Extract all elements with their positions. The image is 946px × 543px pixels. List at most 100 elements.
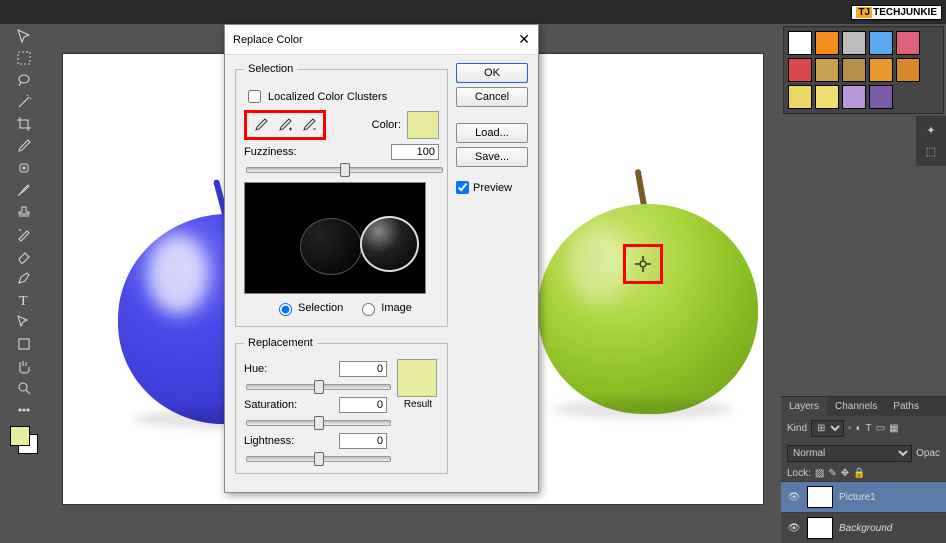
- radio-selection-label: Selection: [298, 302, 343, 314]
- crop-tool[interactable]: [13, 114, 35, 134]
- color-swatch-pair[interactable]: [10, 426, 38, 454]
- layer-row-background[interactable]: 👁 Background: [781, 512, 946, 543]
- swatch-2[interactable]: [842, 31, 866, 55]
- swatch-0[interactable]: [788, 31, 812, 55]
- fuzziness-slider[interactable]: [246, 167, 443, 173]
- top-bar: TJTECHJUNKIE: [0, 0, 946, 24]
- replacement-legend: Replacement: [244, 337, 317, 349]
- eraser-tool[interactable]: [13, 246, 35, 266]
- kind-label: Kind: [787, 423, 807, 434]
- preview-checkbox[interactable]: [456, 181, 469, 194]
- cube-icon[interactable]: ⬚: [926, 145, 936, 158]
- dialog-title: Replace Color: [233, 34, 303, 46]
- result-label: Result: [397, 399, 439, 410]
- shape-tool[interactable]: [13, 334, 35, 354]
- lasso-tool[interactable]: [13, 70, 35, 90]
- dialog-title-bar[interactable]: Replace Color ✕: [225, 25, 538, 55]
- eyedropper-sample-cursor: [623, 244, 663, 284]
- filter-shape-icon[interactable]: ▭: [876, 423, 885, 434]
- eyedropper-tools-highlight: [244, 110, 326, 140]
- replacement-group: Replacement Hue: Saturation: Lightness: …: [235, 337, 448, 474]
- lightness-slider[interactable]: [246, 456, 391, 462]
- panel-collapsed-icons: ✦ ⬚: [916, 116, 946, 166]
- fuzziness-input[interactable]: [391, 144, 439, 160]
- saturation-slider[interactable]: [246, 420, 391, 426]
- swatch-7[interactable]: [842, 58, 866, 82]
- foreground-color-swatch[interactable]: [10, 426, 30, 446]
- selection-preview[interactable]: [244, 182, 426, 294]
- filter-smart-icon[interactable]: ▦: [889, 423, 898, 434]
- lock-paint-icon[interactable]: ✎: [828, 468, 836, 479]
- swatch-4[interactable]: [896, 31, 920, 55]
- brand-badge: TJ: [856, 7, 872, 18]
- cancel-button[interactable]: Cancel: [456, 87, 528, 107]
- hue-input[interactable]: [339, 361, 387, 377]
- filter-pixel-icon[interactable]: ▫: [848, 423, 852, 434]
- swatch-6[interactable]: [815, 58, 839, 82]
- eyedropper-tool[interactable]: [13, 136, 35, 156]
- pen-tool[interactable]: [13, 268, 35, 288]
- ok-button[interactable]: OK: [456, 63, 528, 83]
- layer-thumb: [807, 486, 833, 508]
- hand-tool[interactable]: [13, 356, 35, 376]
- opacity-label: Opac: [916, 448, 940, 459]
- localized-checkbox[interactable]: [248, 90, 261, 103]
- marquee-tool[interactable]: [13, 48, 35, 68]
- brand-logo: TJTECHJUNKIE: [851, 5, 942, 20]
- visibility-icon[interactable]: 👁: [787, 523, 801, 534]
- ellipsis-tool[interactable]: [13, 400, 35, 420]
- visibility-icon[interactable]: 👁: [787, 492, 801, 503]
- saturation-input[interactable]: [339, 397, 387, 413]
- path-tool[interactable]: [13, 312, 35, 332]
- filter-type-icon[interactable]: T: [866, 423, 872, 434]
- apple-green-image: [523, 164, 773, 414]
- lock-pos-icon[interactable]: ✥: [841, 468, 849, 479]
- move-tool[interactable]: [13, 26, 35, 46]
- swatch-5[interactable]: [788, 58, 812, 82]
- zoom-tool[interactable]: [13, 378, 35, 398]
- swatch-12[interactable]: [842, 85, 866, 109]
- eyedropper-subtract-icon[interactable]: [301, 117, 317, 133]
- wand-tool[interactable]: [13, 92, 35, 112]
- save-button[interactable]: Save...: [456, 147, 528, 167]
- lock-trans-icon[interactable]: ▨: [815, 468, 824, 479]
- eyedropper-icon[interactable]: [253, 117, 269, 133]
- result-color-swatch[interactable]: [397, 359, 437, 397]
- brush-tool[interactable]: [13, 180, 35, 200]
- layer-thumb: [807, 517, 833, 539]
- type-tool[interactable]: T: [13, 290, 35, 310]
- lock-all-icon[interactable]: 🔒: [853, 468, 865, 479]
- blend-mode-select[interactable]: Normal: [787, 445, 912, 462]
- swatch-3[interactable]: [869, 31, 893, 55]
- selection-color-swatch[interactable]: [407, 111, 439, 139]
- swatch-1[interactable]: [815, 31, 839, 55]
- replace-color-dialog: Replace Color ✕ Selection Localized Colo…: [224, 24, 539, 493]
- tab-paths[interactable]: Paths: [885, 397, 927, 416]
- radio-image[interactable]: [362, 303, 375, 316]
- svg-text:T: T: [19, 294, 28, 308]
- swatch-10[interactable]: [788, 85, 812, 109]
- hue-slider[interactable]: [246, 384, 391, 390]
- stamp-tool[interactable]: [13, 202, 35, 222]
- swatch-8[interactable]: [869, 58, 893, 82]
- selection-legend: Selection: [244, 63, 297, 75]
- lock-label: Lock:: [787, 468, 811, 479]
- adjustments-icon[interactable]: ✦: [926, 124, 935, 137]
- tab-channels[interactable]: Channels: [827, 397, 885, 416]
- lightness-input[interactable]: [339, 433, 387, 449]
- swatch-9[interactable]: [896, 58, 920, 82]
- tab-layers[interactable]: Layers: [781, 397, 827, 416]
- history-brush-tool[interactable]: [13, 224, 35, 244]
- filter-adjust-icon[interactable]: ◐: [856, 423, 862, 434]
- load-button[interactable]: Load...: [456, 123, 528, 143]
- radio-selection[interactable]: [279, 303, 292, 316]
- layer-row-picture1[interactable]: 👁 Picture1: [781, 481, 946, 512]
- swatch-13[interactable]: [869, 85, 893, 109]
- swatch-11[interactable]: [815, 85, 839, 109]
- brand-text: TECHJUNKIE: [873, 7, 937, 18]
- kind-select[interactable]: ⊞: [811, 420, 844, 437]
- eyedropper-add-icon[interactable]: [277, 117, 293, 133]
- close-icon[interactable]: ✕: [518, 31, 530, 48]
- heal-tool[interactable]: [13, 158, 35, 178]
- right-panels: ✦ ⬚ Layers Channels Paths Kind ⊞ ▫ ◐ T ▭…: [781, 24, 946, 543]
